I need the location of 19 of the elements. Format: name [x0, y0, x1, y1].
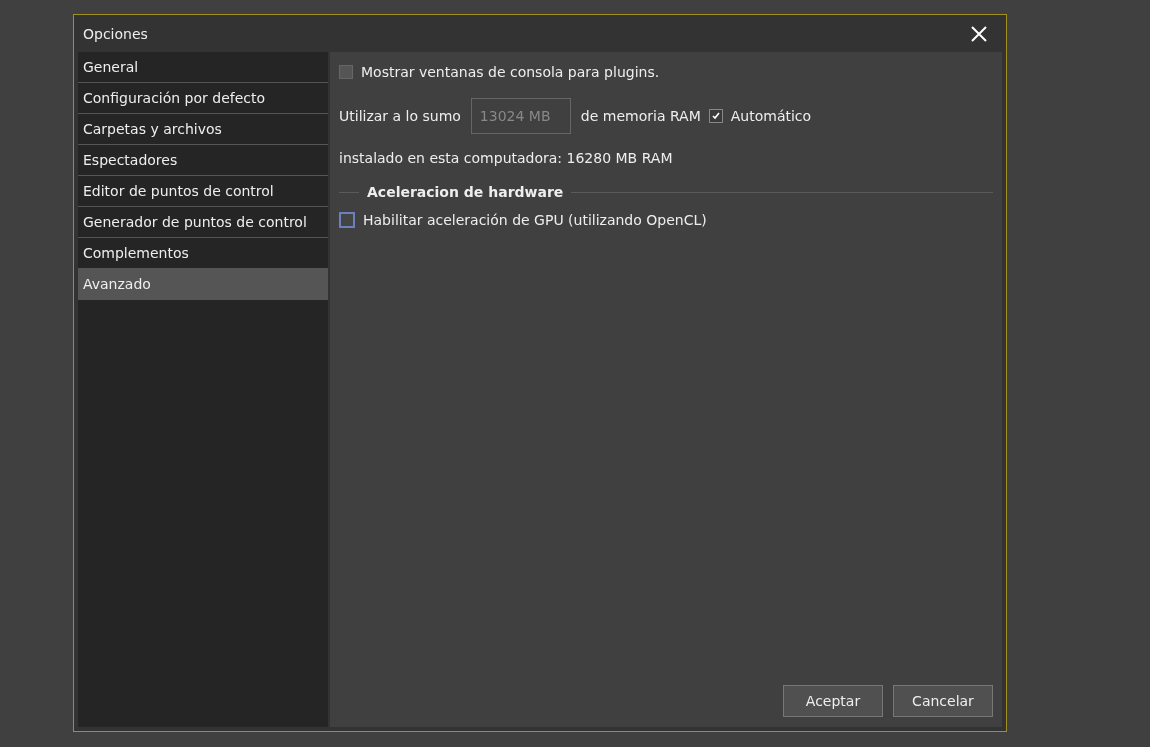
checkbox-label: Mostrar ventanas de consola para plugins.: [361, 64, 660, 80]
section-title: Aceleracion de hardware: [367, 184, 564, 200]
sidebar-item[interactable]: Generador de puntos de control: [78, 207, 328, 238]
checkbox[interactable]: [339, 65, 353, 79]
accept-button[interactable]: Aceptar: [783, 685, 883, 717]
memory-suffix-label: de memoria RAM: [580, 108, 701, 124]
memory-label: Utilizar a lo sumo: [339, 108, 461, 124]
sidebar-item[interactable]: Configuración por defecto: [78, 83, 328, 114]
cancel-button[interactable]: Cancelar: [893, 685, 993, 717]
sidebar-item[interactable]: Editor de puntos de control: [78, 176, 328, 207]
close-icon[interactable]: [970, 24, 988, 43]
sidebar-item[interactable]: Carpetas y archivos: [78, 114, 328, 145]
installed-memory-text: instalado en esta computadora: 16280 MB RAM: [339, 150, 673, 166]
checkbox-label: Automático: [730, 108, 812, 124]
sidebar-item[interactable]: Avanzado: [78, 269, 328, 300]
sidebar-item[interactable]: General: [78, 52, 328, 83]
window-title: Opciones: [83, 25, 148, 42]
sidebar-item[interactable]: Espectadores: [78, 145, 328, 176]
checkbox-label: Habilitar aceleración de GPU (utilizando OpenCL): [363, 212, 707, 228]
